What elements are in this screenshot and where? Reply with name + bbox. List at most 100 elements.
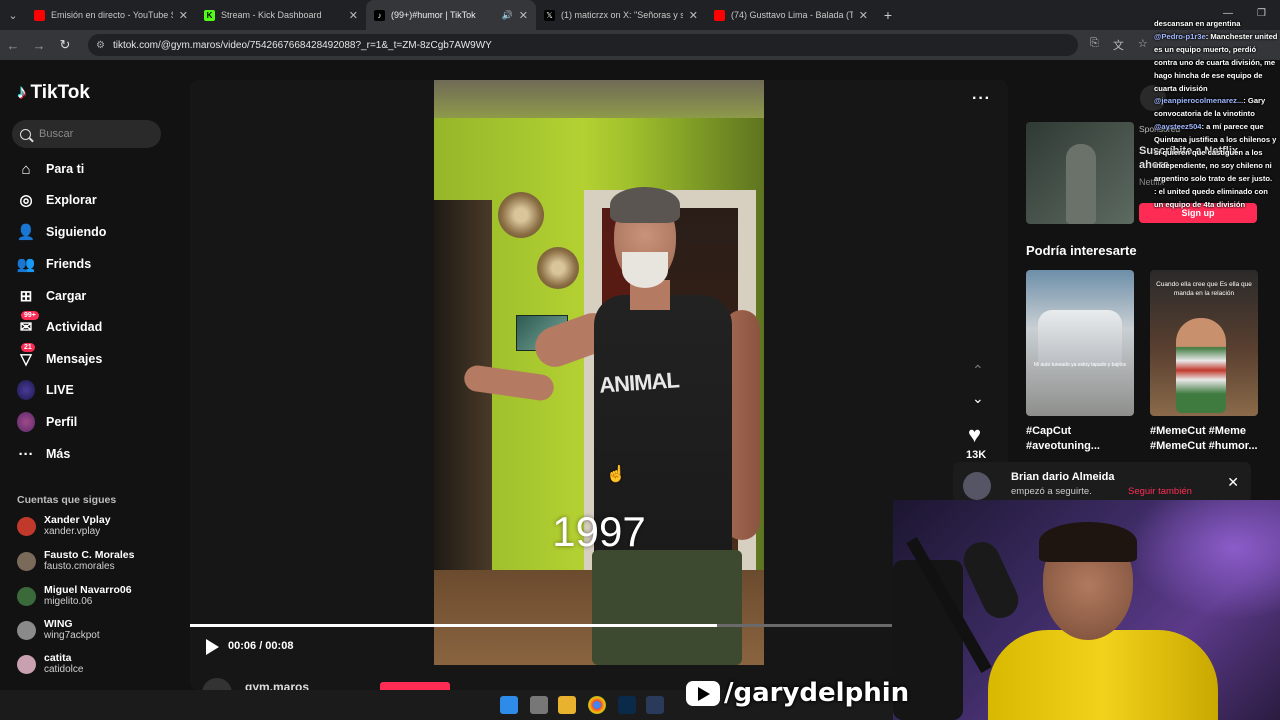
install-app-icon[interactable]: ⎘ [1090, 37, 1099, 53]
ad-thumbnail[interactable] [1026, 122, 1134, 224]
account-avatar [17, 516, 36, 536]
close-icon[interactable]: ✕ [1227, 474, 1239, 491]
back-icon[interactable]: ← [0, 38, 26, 53]
account-avatar [17, 551, 36, 571]
tab-title: (99+)#humor | TikTok [391, 10, 476, 20]
more-options-icon[interactable]: ··· [972, 90, 991, 108]
video-progress-bar[interactable] [190, 624, 892, 627]
account-handle: migelito.06 [44, 596, 93, 607]
url-field[interactable]: ⚙ tiktok.com/@gym.maros/video/7542667668… [88, 34, 1078, 56]
person-beard [622, 252, 668, 288]
search-placeholder: Buscar [39, 128, 74, 140]
notification-name: Brian dario Almeida [1011, 471, 1115, 483]
nav-item-explorar[interactable]: ◎ Explorar [17, 191, 97, 209]
nav-item-para-ti[interactable]: ⌂ Para ti [17, 160, 84, 178]
recommended-card-tag[interactable]: #MemeCut #Meme #MemeCut #humor... [1150, 424, 1265, 454]
browser-tab[interactable]: K Stream - Kick Dashboard ✕ [196, 0, 366, 30]
nav-item-más[interactable]: ··· Más [17, 445, 71, 463]
nav-item-actividad[interactable]: ✉ 99+ Actividad [17, 311, 102, 336]
site-info-icon[interactable]: ⚙ [96, 40, 105, 51]
nav-item-cargar[interactable]: ⊞ Cargar [17, 287, 87, 305]
reload-icon[interactable]: ↻ [52, 37, 78, 53]
nav-item-label: Explorar [46, 193, 97, 207]
following-account[interactable]: WING wing7ackpot [17, 618, 100, 642]
close-tab-icon[interactable]: ✕ [519, 9, 528, 22]
user-follow-icon: 👤 [16, 224, 36, 241]
close-tab-icon[interactable]: ✕ [179, 9, 188, 22]
translate-icon[interactable]: 文 [1113, 37, 1124, 53]
account-handle: fausto.cmorales [44, 561, 115, 572]
nav-item-perfil[interactable]: Perfil [17, 412, 77, 432]
close-tab-icon[interactable]: ✕ [859, 9, 868, 22]
chat-text: descansan en argentina [1154, 19, 1241, 28]
app-icon[interactable] [646, 696, 664, 714]
browser-tab-bar: ⌄ Emisión en directo - YouTube Studio ✕ KS… [0, 0, 1280, 30]
following-account[interactable]: Xander Vplay xander.vplay [17, 514, 111, 538]
car-thumbnail [1038, 310, 1122, 366]
live-icon [17, 380, 35, 400]
recommended-card-tag[interactable]: #CapCut #aveotuning... [1026, 424, 1141, 454]
new-tab-button[interactable]: + [876, 7, 900, 23]
play-icon[interactable] [206, 639, 219, 655]
notification-action[interactable]: Seguir también [1128, 486, 1192, 497]
activity-icon: ✉ 99+ [17, 311, 39, 336]
kid-thumbnail [1176, 318, 1226, 413]
recommended-card-2[interactable]: Cuando ella cree que Es ella que manda e… [1150, 270, 1258, 416]
webcam-light [1128, 500, 1280, 620]
close-tab-icon[interactable]: ✕ [349, 9, 358, 22]
tab-title: (74) Gusttavo Lima - Balada (Tchê [731, 10, 853, 20]
browser-tab[interactable]: (74) Gusttavo Lima - Balada (Tchê ✕ [706, 0, 876, 30]
stream-chat-overlay: descansan en argentina @Pedro-p1r3e: Manc… [1154, 18, 1278, 212]
search-input[interactable]: Buscar [12, 120, 161, 148]
heart-icon[interactable]: ♥ [968, 422, 981, 448]
wall-plate-1 [498, 192, 544, 238]
account-avatar [17, 620, 36, 640]
chat-message: @jeanpierocolmenarez...: Gary convocator… [1154, 95, 1278, 121]
tab-search-chevron-icon[interactable]: ⌄ [0, 0, 26, 30]
task-view-icon[interactable] [530, 696, 548, 714]
file-explorer-icon[interactable] [558, 696, 576, 714]
video-time: 00:06 / 00:08 [228, 640, 294, 652]
account-names: catita catidolce [44, 652, 83, 676]
video-frame[interactable]: ANIMAL [434, 80, 764, 665]
friends-icon: 👥 [16, 256, 36, 273]
photoshop-icon[interactable] [618, 696, 636, 714]
microphone-icon [957, 536, 1025, 624]
browser-tab[interactable]: ♪ (99+)#humor | TikTok 🔊 ✕ [366, 0, 536, 30]
recommended-card-1[interactable]: Mi auto tuneado ya estoy tapado y bajito… [1026, 270, 1134, 416]
browser-tab[interactable]: 𝕏 (1) maticrzx on X: "Señoras y señores ✕ [536, 0, 706, 30]
close-tab-icon[interactable]: ✕ [689, 9, 698, 22]
following-account[interactable]: Fausto C. Morales fausto.cmorales [17, 549, 134, 573]
chat-message: descansan en argentina [1154, 18, 1278, 31]
nav-item-friends[interactable]: 👥 Friends [16, 255, 92, 273]
upload-icon: ⊞ [19, 288, 33, 305]
nav-item-label: Friends [46, 257, 92, 271]
chrome-icon[interactable] [588, 696, 606, 714]
chevron-up-icon[interactable]: ⌃ [972, 362, 984, 379]
nav-item-siguiendo[interactable]: 👤 Siguiendo [16, 223, 107, 241]
tab-audio-icon[interactable]: 🔊 [502, 10, 513, 21]
more-icon: ··· [18, 445, 34, 463]
notification-avatar [963, 472, 991, 500]
tab-strip: Emisión en directo - YouTube Studio ✕ K Str… [26, 0, 876, 30]
address-bar-row: ← → ↻ ⚙ tiktok.com/@gym.maros/video/7542… [0, 30, 1280, 60]
bookmark-star-icon[interactable]: ☆ [1138, 37, 1148, 53]
account-handle: xander.vplay [44, 526, 101, 537]
kick-icon: K [204, 9, 215, 21]
chat-text: : a mí parece que Quintana justifica a l… [1154, 122, 1277, 183]
profile-icon [17, 412, 35, 432]
account-names: Miguel Navarro06 migelito.06 [44, 584, 132, 608]
chevron-down-icon[interactable]: ⌄ [972, 390, 984, 407]
channel-handle: /garydelphin [724, 678, 910, 708]
start-icon[interactable] [500, 696, 518, 714]
browser-tab[interactable]: Emisión en directo - YouTube Studio ✕ [26, 0, 196, 30]
nav-item-live[interactable]: LIVE [17, 380, 74, 400]
tiktok-logo[interactable]: ♪ TikTok [17, 82, 90, 104]
following-account[interactable]: catita catidolce [17, 652, 83, 676]
tab-title: Emisión en directo - YouTube Studio [51, 10, 173, 20]
notification-message: empezó a seguirte. [1011, 486, 1092, 497]
account-display-name: Xander Vplay [44, 514, 111, 526]
forward-icon[interactable]: → [26, 38, 52, 53]
nav-item-mensajes[interactable]: ▽ 21 Mensajes [17, 343, 102, 368]
following-account[interactable]: Miguel Navarro06 migelito.06 [17, 584, 132, 608]
